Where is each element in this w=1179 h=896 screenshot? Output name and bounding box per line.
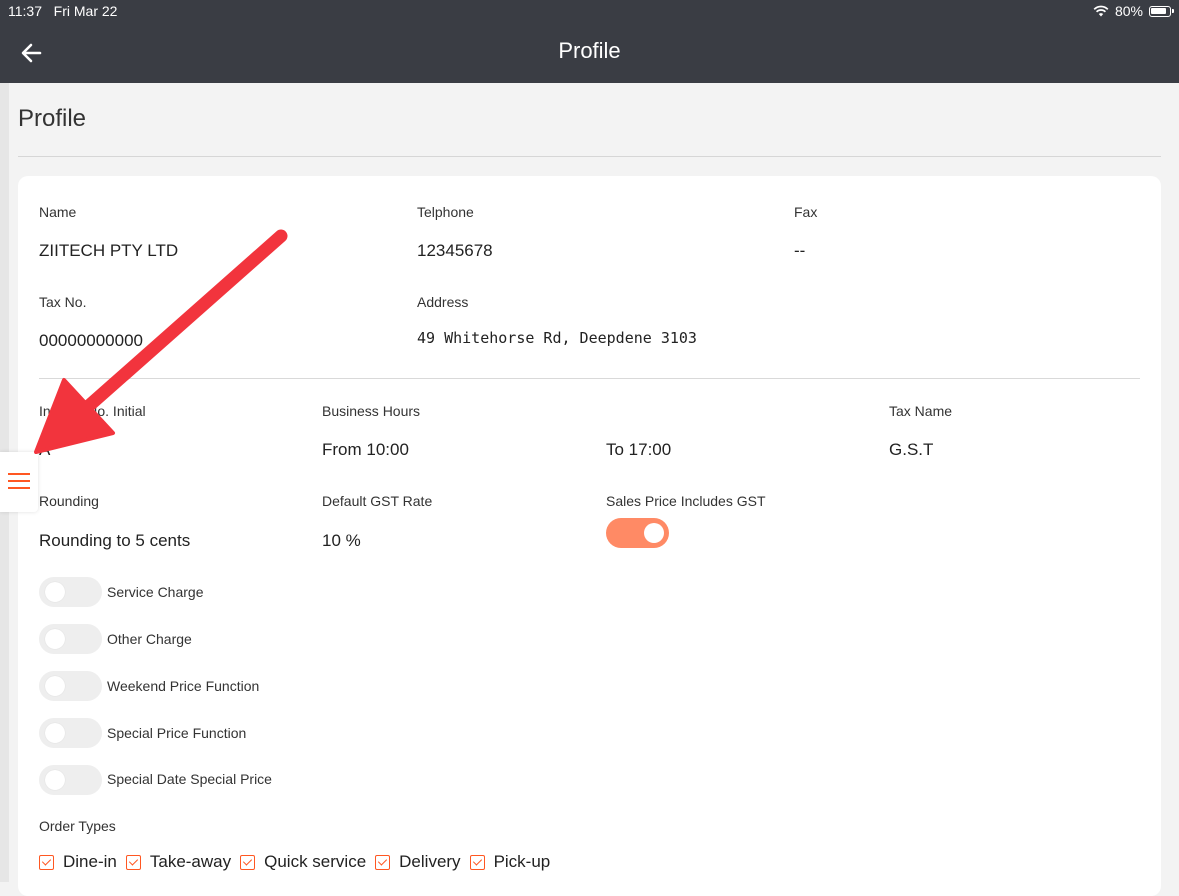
order-type-delivery[interactable]: Delivery <box>375 852 461 872</box>
tax-name-value: G.S.T <box>889 440 934 459</box>
order-type-take-away[interactable]: Take-away <box>125 852 232 872</box>
weekend-price-label: Weekend Price Function <box>107 678 260 694</box>
status-time: 11:37 <box>8 3 42 19</box>
checkbox-checked-icon <box>375 854 391 870</box>
order-type-quick-service[interactable]: Quick service <box>240 852 366 872</box>
tax-no-value: 00000000000 <box>39 331 144 350</box>
order-type-label: Delivery <box>399 852 461 871</box>
fax-label: Fax <box>794 204 818 220</box>
gst-rate-value[interactable]: 10 % <box>322 531 361 551</box>
other-charge-toggle[interactable] <box>39 624 102 654</box>
page-title: Profile <box>18 105 87 132</box>
invoice-initial-value: A <box>39 440 51 459</box>
wifi-icon <box>1093 5 1109 17</box>
special-date-price-label: Special Date Special Price <box>107 771 272 787</box>
name-value: ZIITECH PTY LTD <box>39 241 179 260</box>
gst-rate-label: Default GST Rate <box>322 493 433 509</box>
service-charge-toggle[interactable] <box>39 577 102 607</box>
weekend-price-toggle[interactable] <box>39 671 102 701</box>
business-hours-label: Business Hours <box>322 403 421 419</box>
name-label: Name <box>39 204 77 220</box>
checkbox-checked-icon <box>39 854 54 870</box>
checkbox-checked-icon <box>469 854 485 870</box>
status-date: Fri Mar 22 <box>53 3 118 19</box>
fax-value: -- <box>794 241 806 260</box>
tax-no-label: Tax No. <box>39 294 87 310</box>
toggle-knob <box>45 582 65 602</box>
invoice-initial-label: Invoice No. Initial <box>39 403 146 419</box>
address-label: Address <box>417 294 469 310</box>
telephone-label: Telphone <box>417 204 474 220</box>
battery-icon <box>1149 5 1174 17</box>
business-hours-to: To 17:00 <box>606 440 672 459</box>
special-date-price-toggle[interactable] <box>39 765 102 795</box>
tax-name-label: Tax Name <box>889 403 953 419</box>
title-divider <box>18 156 1161 157</box>
order-type-label: Quick service <box>264 852 367 871</box>
section-divider <box>39 378 1140 379</box>
battery-percent: 80% <box>1114 3 1143 19</box>
order-types-label: Order Types <box>39 818 116 834</box>
rounding-label: Rounding <box>39 493 99 509</box>
address-value: 49 Whitehorse Rd, Deepdene 3103 <box>417 329 697 347</box>
order-type-label: Dine-in <box>63 852 117 871</box>
toggle-knob <box>644 523 664 543</box>
other-charge-label: Other Charge <box>107 631 192 647</box>
sales-price-gst-label: Sales Price Includes GST <box>606 493 766 509</box>
checkbox-checked-icon <box>240 854 256 870</box>
toggle-knob <box>45 629 65 649</box>
checkbox-checked-icon <box>125 854 141 870</box>
telephone-value: 12345678 <box>417 241 493 260</box>
rounding-value[interactable]: Rounding to 5 cents <box>39 531 190 551</box>
special-price-toggle[interactable] <box>39 718 102 748</box>
side-menu-button[interactable] <box>0 452 38 512</box>
order-type-pick-up[interactable]: Pick-up <box>469 852 551 872</box>
toggle-knob <box>45 676 65 696</box>
toggle-knob <box>45 723 65 743</box>
app-bar-title: Profile <box>558 38 621 63</box>
order-types-group: Dine-in Take-away Quick service Delivery… <box>39 852 559 872</box>
service-charge-label: Service Charge <box>107 584 204 600</box>
sales-price-gst-toggle[interactable] <box>606 518 669 548</box>
special-price-label: Special Price Function <box>107 725 247 741</box>
order-type-label: Take-away <box>149 852 232 871</box>
app-bar: 11:37 Fri Mar 22 80% Profile <box>0 0 1179 83</box>
toggle-knob <box>45 770 65 790</box>
business-hours-from: From 10:00 <box>322 440 409 459</box>
status-time-date: 11:37 Fri Mar 22 <box>8 3 117 19</box>
status-right: 80% <box>1093 3 1174 19</box>
order-type-dine-in[interactable]: Dine-in <box>39 852 117 872</box>
order-type-label: Pick-up <box>493 852 551 871</box>
